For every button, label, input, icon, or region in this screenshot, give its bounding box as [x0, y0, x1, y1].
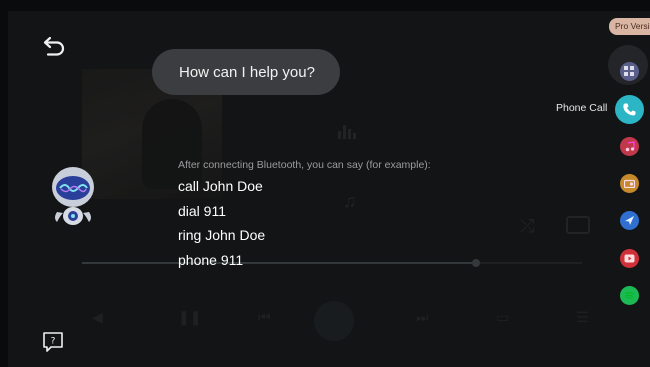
example-list: call John Doe dial 911 ring John Doe pho…	[178, 177, 265, 275]
svg-text:?: ?	[51, 337, 56, 347]
voice-assistant-screen: ♫ ⤮ ◀ ❚❚ ⏮ ⏭ ▭ ☰ How can I help you? Aft…	[8, 11, 650, 367]
navigation-icon[interactable]	[620, 211, 639, 230]
phone-call-button[interactable]	[615, 95, 644, 124]
example-hint: After connecting Bluetooth, you can say …	[178, 159, 431, 171]
example-item: ring John Doe	[178, 227, 266, 243]
robot-assistant-icon	[52, 167, 94, 225]
music-icon[interactable]	[620, 137, 639, 156]
example-item: dial 911	[178, 202, 227, 219]
grid-icon[interactable]	[620, 62, 639, 81]
assistant-prompt-bubble: How can I help you?	[152, 49, 340, 95]
help-icon[interactable]: ?	[42, 331, 64, 353]
phone-icon	[623, 103, 636, 116]
spotify-icon[interactable]	[620, 286, 639, 305]
back-arrow-icon[interactable]	[42, 35, 68, 59]
example-item: phone 911	[178, 251, 244, 268]
assistant-prompt: How can I help you?	[179, 63, 315, 81]
radio-icon[interactable]	[620, 174, 639, 193]
phone-call-label[interactable]: Phone Call	[556, 102, 607, 114]
video-icon[interactable]	[620, 249, 639, 268]
example-item: call John Doe	[178, 178, 263, 194]
pro-version-badge[interactable]: Pro Versio	[609, 18, 650, 35]
